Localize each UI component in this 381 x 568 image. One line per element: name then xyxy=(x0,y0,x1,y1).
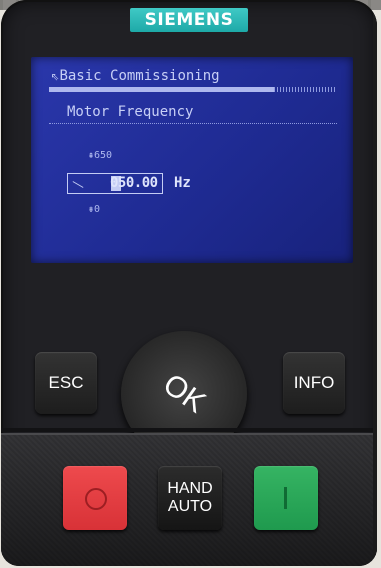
menu-title: ⇖Basic Commissioning xyxy=(51,68,220,84)
device-edge xyxy=(373,0,377,566)
on-bar-icon xyxy=(284,487,287,509)
off-button[interactable] xyxy=(63,466,127,530)
info-button[interactable]: INFO xyxy=(283,352,345,414)
menu-progress-fill xyxy=(49,87,274,92)
unit-label: Hz xyxy=(174,175,191,191)
dotted-divider xyxy=(49,123,337,125)
siemens-logo: SIEMENS xyxy=(130,8,248,32)
bezel-separator xyxy=(1,428,377,432)
on-button[interactable] xyxy=(254,466,318,530)
hand-auto-button[interactable]: HAND AUTO xyxy=(158,466,222,530)
menu-progress-bar xyxy=(49,87,337,92)
edit-slash-icon xyxy=(72,181,84,188)
value-edit-field[interactable]: 050.00 xyxy=(67,173,163,194)
menu-title-text: Basic Commissioning xyxy=(59,68,220,84)
hand-label: HAND xyxy=(167,480,213,497)
esc-button[interactable]: ESC xyxy=(35,352,97,414)
auto-label: AUTO xyxy=(167,498,213,515)
off-circle-icon xyxy=(85,488,107,510)
operator-panel: SIEMENS ⇖Basic Commissioning Motor Frequ… xyxy=(1,0,377,566)
min-value-label: ⇟0 xyxy=(88,204,101,215)
max-value-label: ⇞650 xyxy=(88,150,113,161)
frequency-value: 050.00 xyxy=(110,175,158,191)
lcd-screen: ⇖Basic Commissioning Motor Frequency ⇞65… xyxy=(31,57,353,263)
parameter-title: Motor Frequency xyxy=(67,104,194,120)
